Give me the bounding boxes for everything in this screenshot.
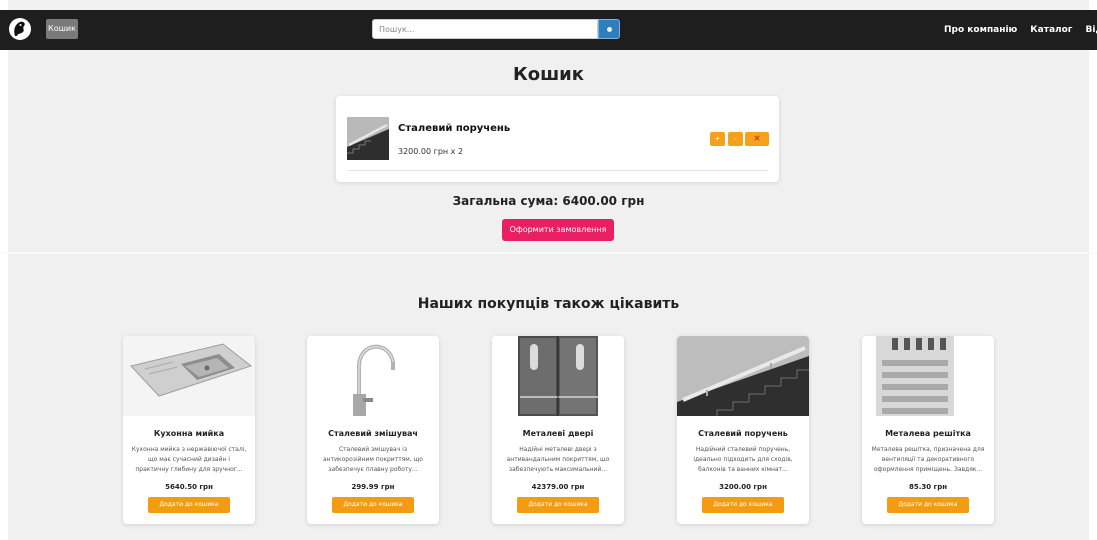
product-description: Кухонна мийка з нержавіючої сталі, що ма… [131, 446, 247, 473]
product-card: Сталевий поручень Надійний сталевий пору… [677, 336, 809, 524]
decrease-quantity-button[interactable]: - [728, 132, 743, 146]
product-image [307, 336, 439, 416]
cart-item-price: 3200.00 грн x 2 [398, 147, 464, 156]
cart-item-name: Сталевий поручень [398, 123, 511, 134]
product-description: Металева решітка, призначена для вентиля… [871, 446, 985, 473]
cart-title: Кошик [512, 64, 585, 85]
product-card: Металева решітка Металева решітка, призн… [862, 336, 994, 524]
product-price: 85.30 грн [908, 483, 948, 491]
product-image [862, 336, 994, 416]
product-price: 5640.50 грн [165, 483, 213, 491]
navbar: Кошик Про компанію Каталог Відгуки [0, 10, 1097, 50]
remove-item-button[interactable]: ✕ [745, 132, 769, 146]
search-button[interactable] [598, 19, 620, 39]
product-price: 299.99 грн [351, 483, 395, 491]
logo-icon[interactable] [9, 18, 31, 40]
cart-total: Загальна сума: 6400.00 грн [452, 194, 645, 208]
product-image [123, 336, 255, 416]
divider [347, 170, 768, 171]
section-divider [0, 252, 1097, 254]
product-card: Кухонна мийка Кухонна мийка з нержавіючо… [123, 336, 255, 524]
nav-link-about[interactable]: Про компанію [944, 10, 1017, 50]
search-icon [607, 27, 612, 32]
nav-links: Про компанію Каталог Відгуки [944, 10, 1097, 50]
product-card: Металеві двері Надійні металеві двері з … [492, 336, 624, 524]
increase-quantity-button[interactable]: + [710, 132, 725, 146]
product-image [677, 336, 809, 416]
add-to-cart-button[interactable]: Додати до кошика [517, 497, 599, 513]
product-card: Сталевий змішувач Сталевий змішувач із а… [307, 336, 439, 524]
recommendations-title: Наших покупців також цікавить [417, 296, 680, 312]
add-to-cart-button[interactable]: Додати до кошика [702, 497, 784, 513]
product-image [492, 336, 624, 416]
product-name: Кухонна мийка [153, 429, 225, 438]
product-price: 42379.00 грн [531, 483, 585, 491]
product-description: Надійний сталевий поручень, ідеально під… [693, 446, 793, 473]
search-input[interactable] [372, 19, 598, 39]
add-to-cart-button[interactable]: Додати до кошика [332, 497, 414, 513]
checkout-button[interactable]: Оформити замовлення [502, 219, 614, 241]
cart-button[interactable]: Кошик [46, 19, 78, 39]
product-name: Сталевий змішувач [328, 429, 418, 438]
product-price: 3200.00 грн [719, 483, 767, 491]
add-to-cart-button[interactable]: Додати до кошика [887, 497, 969, 513]
nav-link-reviews[interactable]: Відгуки [1086, 10, 1097, 50]
cart-item: Сталевий поручень 3200.00 грн x 2 + - ✕ [336, 96, 779, 182]
product-name: Металева решітка [885, 429, 971, 438]
product-description: Надійні металеві двері з антивандальним … [506, 446, 610, 473]
product-name: Сталевий поручень [698, 429, 788, 438]
nav-link-catalog[interactable]: Каталог [1030, 10, 1072, 50]
product-description: Сталевий змішувач із антикорозійним покр… [323, 446, 423, 473]
cart-item-image [347, 117, 389, 160]
product-name: Металеві двері [522, 429, 594, 438]
add-to-cart-button[interactable]: Додати до кошика [148, 497, 230, 513]
